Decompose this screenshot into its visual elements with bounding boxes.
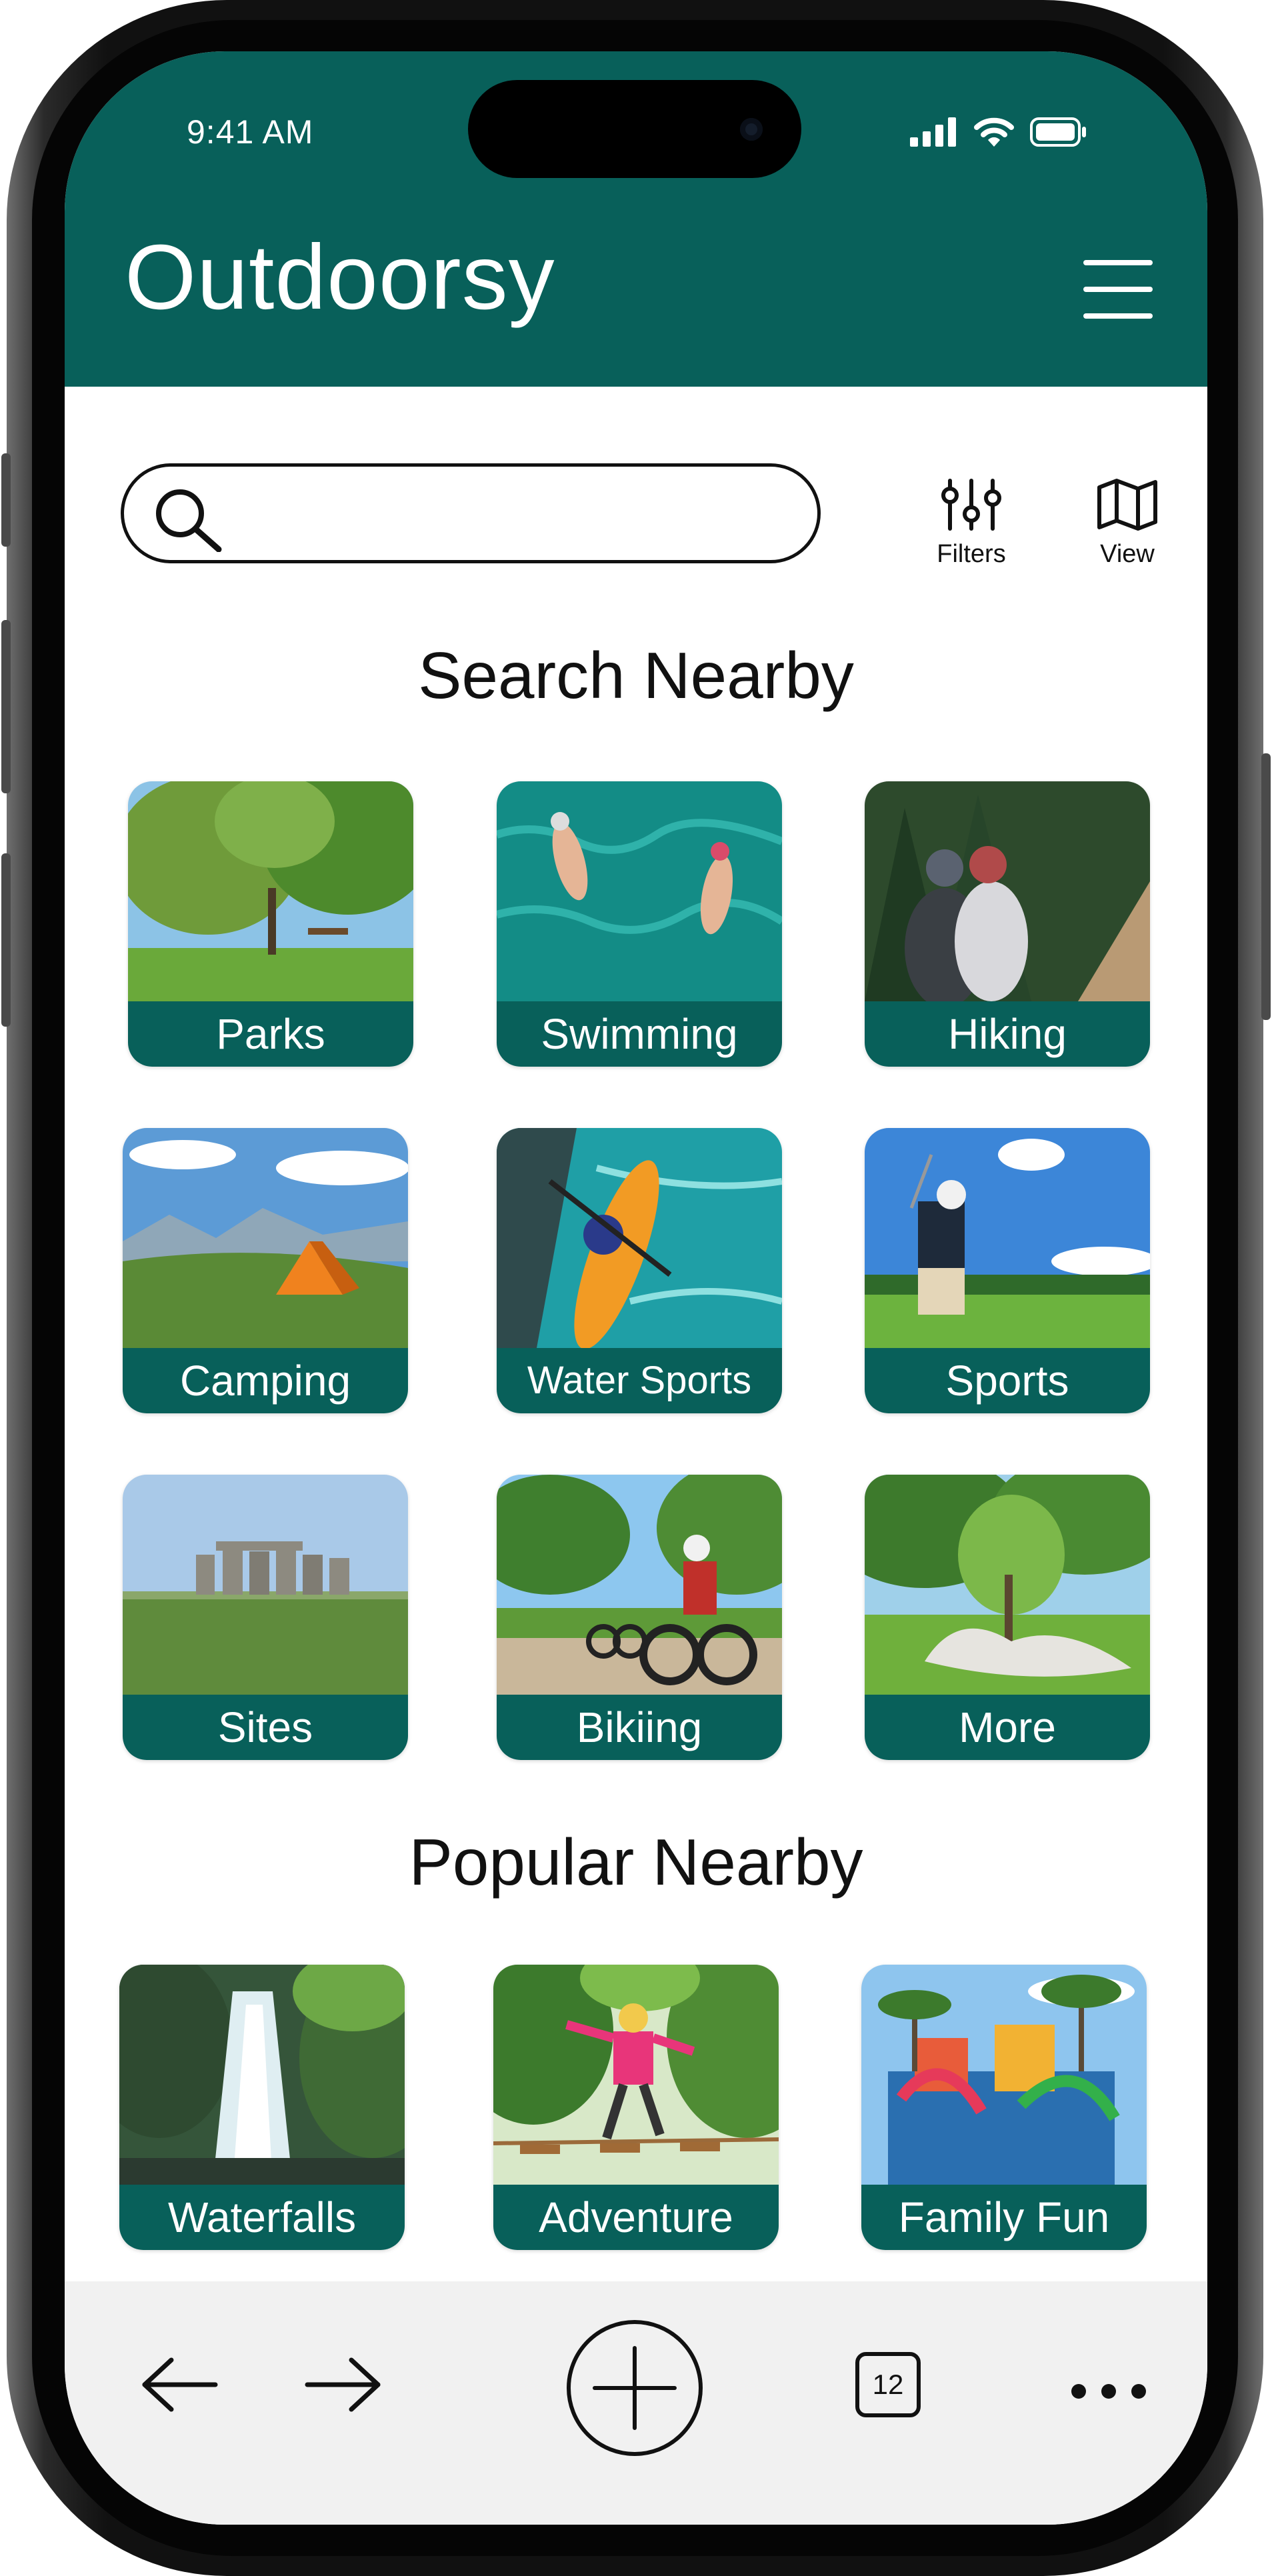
more-options-button[interactable] xyxy=(1069,2381,1149,2405)
category-tile-hiking[interactable]: Hiking xyxy=(865,781,1150,1067)
view-label: View xyxy=(1100,540,1155,568)
popular-tile-family-fun[interactable]: Family Fun xyxy=(861,1965,1147,2250)
hamburger-menu-button[interactable] xyxy=(1083,260,1153,319)
category-tile-swimming[interactable]: Swimming xyxy=(497,781,782,1067)
tile-label: More xyxy=(865,1695,1150,1760)
tile-label: Bikiing xyxy=(497,1695,782,1760)
tile-label: Swimming xyxy=(497,1001,782,1067)
sites-photo xyxy=(123,1475,408,1695)
tile-label: Hiking xyxy=(865,1001,1150,1067)
search-icon xyxy=(156,489,222,552)
tile-label: Sports xyxy=(865,1348,1150,1413)
app-header: 9:41 AM Outdoorsy xyxy=(65,51,1207,387)
water-sports-photo xyxy=(497,1128,782,1348)
search-input[interactable] xyxy=(237,483,787,545)
search-bar[interactable] xyxy=(121,463,821,563)
category-tile-water-sports[interactable]: Water Sports xyxy=(497,1128,782,1413)
status-time: 9:41 AM xyxy=(187,113,314,151)
tile-label: Parks xyxy=(128,1001,413,1067)
tile-label: Sites xyxy=(123,1695,408,1760)
tab-count: 12 xyxy=(872,2369,904,2400)
more-dots-icon xyxy=(1071,2384,1146,2399)
filters-label: Filters xyxy=(937,540,1006,568)
wifi-icon xyxy=(974,117,1014,147)
mute-switch xyxy=(1,453,11,547)
power-button xyxy=(1261,753,1271,1020)
hamburger-line xyxy=(1083,287,1153,292)
app-title: Outdoorsy xyxy=(125,226,555,329)
sports-photo xyxy=(865,1128,1150,1348)
forward-button[interactable] xyxy=(303,2355,383,2418)
tile-label: Adventure xyxy=(493,2185,779,2250)
back-arrow-icon xyxy=(142,2357,218,2412)
volume-up-button xyxy=(1,620,11,793)
biking-photo xyxy=(497,1475,782,1695)
waterfalls-photo xyxy=(119,1965,405,2185)
hiking-photo xyxy=(865,781,1150,1001)
view-map-button[interactable]: View xyxy=(1074,478,1181,569)
front-camera xyxy=(740,118,763,141)
category-tile-sports[interactable]: Sports xyxy=(865,1128,1150,1413)
status-icons xyxy=(910,117,1087,147)
category-tile-biking[interactable]: Bikiing xyxy=(497,1475,782,1760)
back-button[interactable] xyxy=(139,2355,219,2418)
browser-bottom-bar: 12 xyxy=(65,2281,1207,2525)
new-tab-plus-icon xyxy=(567,2320,703,2456)
tabs-button[interactable]: 12 xyxy=(855,2352,929,2425)
parks-photo xyxy=(128,781,413,1001)
popular-nearby-title: Popular Nearby xyxy=(409,1825,863,1899)
swimming-photo xyxy=(497,781,782,1001)
volume-down-button xyxy=(1,853,11,1027)
battery-icon xyxy=(1030,117,1086,147)
category-tile-camping[interactable]: Camping xyxy=(123,1128,408,1413)
phone-screen: 9:41 AM Outdoorsy Filters View Search Ne… xyxy=(65,51,1207,2525)
tile-label: Waterfalls xyxy=(119,2185,405,2250)
tile-label: Water Sports xyxy=(497,1348,782,1413)
cellular-signal-icon xyxy=(910,117,956,147)
adventure-photo xyxy=(493,1965,779,2185)
popular-tile-waterfalls[interactable]: Waterfalls xyxy=(119,1965,405,2250)
dynamic-island xyxy=(468,80,801,178)
category-tile-more[interactable]: More xyxy=(865,1475,1150,1760)
more-photo xyxy=(865,1475,1150,1695)
category-tile-parks[interactable]: Parks xyxy=(128,781,413,1067)
map-icon xyxy=(1097,479,1157,531)
category-tile-sites[interactable]: Sites xyxy=(123,1475,408,1760)
hamburger-line xyxy=(1083,313,1153,319)
popular-tile-adventure[interactable]: Adventure xyxy=(493,1965,779,2250)
camping-photo xyxy=(123,1128,408,1348)
tile-label: Camping xyxy=(123,1348,408,1413)
search-nearby-title: Search Nearby xyxy=(418,639,854,712)
hamburger-menu-icon xyxy=(1083,260,1153,265)
forward-arrow-icon xyxy=(305,2357,381,2412)
new-tab-button[interactable] xyxy=(565,2318,705,2461)
filters-sliders-icon xyxy=(941,479,1001,531)
filters-button[interactable]: Filters xyxy=(918,478,1025,569)
tile-label: Family Fun xyxy=(861,2185,1147,2250)
family-fun-photo xyxy=(861,1965,1147,2185)
